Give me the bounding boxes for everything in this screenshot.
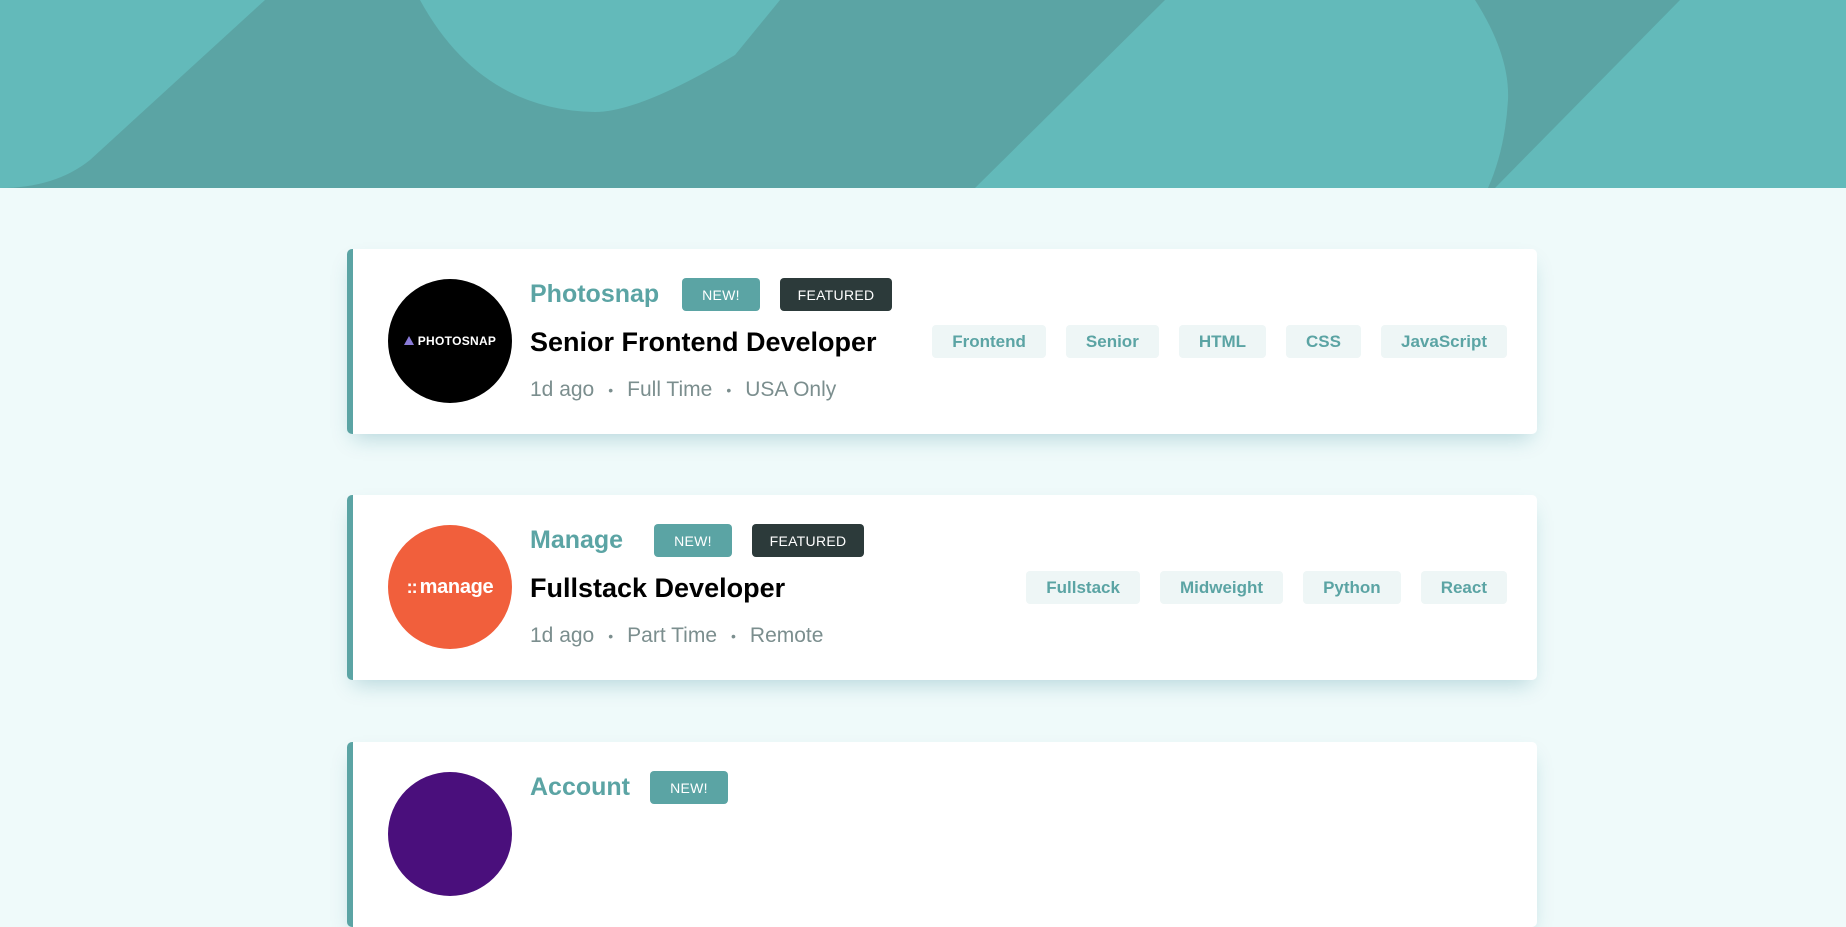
- separator-dot: •: [608, 628, 614, 644]
- tag-list: Fullstack Midweight Python React: [1026, 571, 1507, 604]
- tag-fullstack[interactable]: Fullstack: [1026, 571, 1140, 604]
- company-logo: :: manage: [388, 525, 512, 649]
- logo-text: manage: [419, 575, 494, 598]
- photosnap-logo-icon: [403, 336, 414, 345]
- tag-python[interactable]: Python: [1303, 571, 1401, 604]
- tag-list: Frontend Senior HTML CSS JavaScript: [932, 325, 1507, 358]
- company-name: Manage: [530, 526, 624, 554]
- posted-at: 1d ago: [530, 624, 595, 647]
- featured-badge: FEATURED: [752, 524, 864, 557]
- tag-html[interactable]: HTML: [1178, 325, 1267, 358]
- header-pattern: [0, 0, 1846, 188]
- tag-css[interactable]: CSS: [1286, 325, 1361, 358]
- separator-dot: •: [726, 382, 732, 398]
- tag-frontend[interactable]: Frontend: [932, 325, 1046, 358]
- job-card-account: Account NEW!: [347, 742, 1537, 927]
- job-title[interactable]: Senior Frontend Developer: [530, 325, 877, 359]
- company-logo: PHOTOSNAP: [388, 279, 512, 403]
- new-badge: NEW!: [682, 278, 760, 311]
- job-card-photosnap: PHOTOSNAP Photosnap NEW! FEATURED Senior…: [347, 249, 1537, 434]
- manage-logo-icon: ::: [406, 576, 418, 597]
- logo-text: PHOTOSNAP: [417, 334, 497, 348]
- company-name: Account: [530, 773, 630, 801]
- job-title[interactable]: Fullstack Developer: [530, 571, 785, 605]
- tag-javascript[interactable]: JavaScript: [1381, 325, 1507, 358]
- tag-senior[interactable]: Senior: [1065, 325, 1159, 358]
- contract-type: Full Time: [627, 378, 713, 401]
- location: USA Only: [745, 378, 837, 401]
- location: Remote: [749, 624, 824, 647]
- posted-at: 1d ago: [530, 378, 595, 401]
- separator-dot: •: [608, 382, 614, 398]
- tag-midweight[interactable]: Midweight: [1159, 571, 1284, 604]
- header-banner: [0, 0, 1846, 188]
- job-meta: 1d ago • Full Time • USA Only: [530, 377, 836, 403]
- contract-type: Part Time: [627, 624, 717, 647]
- tag-react[interactable]: React: [1420, 571, 1507, 604]
- company-logo: [388, 772, 512, 896]
- job-card-manage: :: manage Manage NEW! FEATURED Fullstack …: [347, 495, 1537, 680]
- featured-badge: FEATURED: [780, 278, 892, 311]
- separator-dot: •: [731, 628, 736, 644]
- new-badge: NEW!: [654, 524, 732, 557]
- company-name: Photosnap: [530, 280, 660, 308]
- job-meta: 1d ago • Part Time • Remote: [530, 623, 823, 649]
